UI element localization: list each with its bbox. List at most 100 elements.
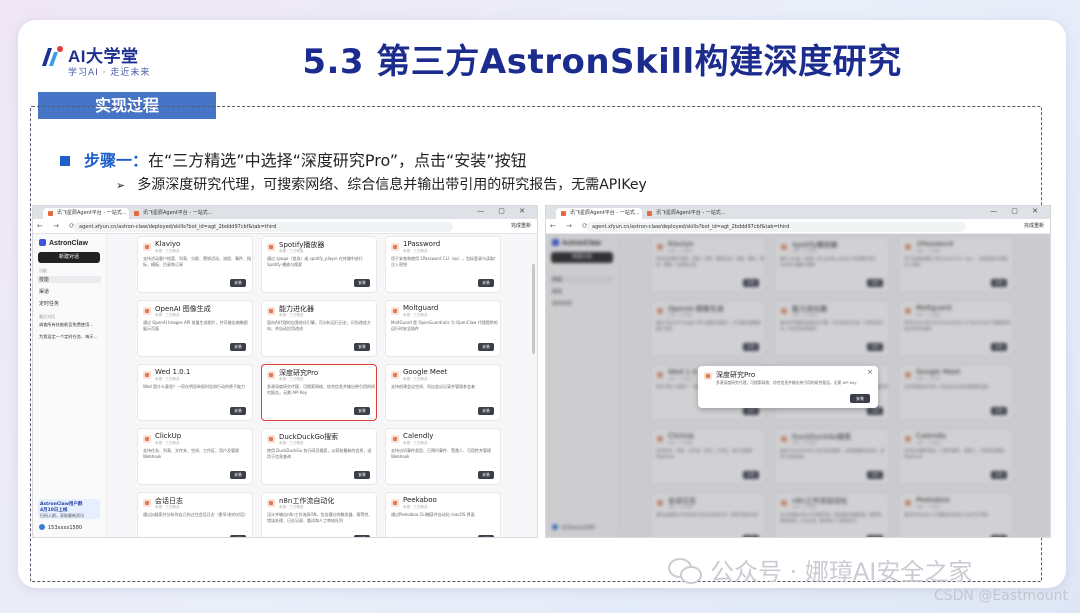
install-button[interactable]: 安装 xyxy=(478,343,494,351)
skill-card[interactable]: 深度研究Pro 来源 · 三方精选 多源深度研究代理，可搜索网络、综合信息并输出带引… xyxy=(261,364,377,421)
browser-tab-active[interactable]: 讯飞星辰Agent平台 - 一站式... xyxy=(556,208,642,219)
skill-card[interactable]: Calendly 来源 · 三方精选支持访问事件类型、已预约事件、受邀人、可用性并… xyxy=(385,428,501,485)
install-button[interactable]: 安装 xyxy=(354,535,370,537)
skill-description: 使用 DuckDuckGo 执行网页搜索，以获取最新的信息，适用于信息查询 xyxy=(267,448,372,459)
skill-card[interactable]: 能力进化器 来源 · 三方精选 面向AI代理的自我进化引擎，可分析运行历史、识别改进… xyxy=(261,300,377,357)
user-account[interactable]: 153xxxx1580 xyxy=(39,524,82,531)
browser-screenshot-right: 讯飞星辰Agent平台 - 一站式... 讯飞星辰Agent平台 - 一站式..… xyxy=(545,205,1051,538)
skill-meta: 来源 · 三方精选 xyxy=(403,313,428,317)
install-modal: 深度研究Pro 多源深度研究代理，可搜索网络、综合信息并输出带引用的研究报告，无… xyxy=(698,366,878,408)
skill-meta: 来源 · 三方精选 xyxy=(403,377,428,381)
skill-card[interactable]: ClickUp 来源 · 三方精选 支持任务、列表、文件夹、空间、工作区、用户及管理… xyxy=(137,428,253,485)
install-button[interactable]: 安装 xyxy=(354,471,370,479)
skill-icon xyxy=(143,499,151,507)
skill-description: 面向AI代理的自我进化引擎，可分析运行历史、识别改进方向、并自动应用改进 xyxy=(267,320,371,331)
skill-card[interactable]: Spotify播放器 来源 · 三方精选 通过 spogo（首选）或 spotify… xyxy=(261,236,377,293)
skill-description: 支持创建会议空间、列出会议记录并管理参会者 xyxy=(391,384,475,389)
browser-menu-button[interactable]: 完成重新 xyxy=(511,222,531,229)
skill-meta: 来源 · 三方精选 xyxy=(403,505,428,509)
skill-description: 通过 OpenAI Images API 批量生成图片，并可输出缩略图展示页面 xyxy=(143,320,248,331)
skill-description: 设计并输出n8n工作流JSON，包含健壮的触发器、幂等性、错误处理、日志记录、重… xyxy=(267,512,373,523)
sidebar-section-label: 功能 xyxy=(39,268,47,273)
install-button[interactable]: 安装 xyxy=(354,279,370,287)
skill-icon xyxy=(267,499,275,507)
skill-meta: 来源 · 三方精选 xyxy=(403,441,428,445)
skill-meta: 来源 · 三方精选 xyxy=(155,249,180,253)
skill-card[interactable]: OpenAI 图像生成 来源 · 三方精选 通过 OpenAI Images API… xyxy=(137,300,253,357)
promo-banner[interactable]: AstronClaw用户群 4月10日上线 扫码入群，获取最新资讯 xyxy=(38,499,100,519)
skill-icon xyxy=(267,371,275,379)
scrollbar[interactable] xyxy=(532,264,535,354)
skill-card[interactable]: DuckDuckGo搜索 来源 · 三方精选 使用 DuckDuckGo 执行网页搜… xyxy=(261,428,377,485)
window-controls[interactable]: — ▢ ✕ xyxy=(477,207,531,215)
skill-title: Calendly xyxy=(403,432,434,440)
window-controls[interactable]: — ▢ ✕ xyxy=(990,207,1044,215)
install-button[interactable]: 安装 xyxy=(478,471,494,479)
install-button[interactable]: 安装 xyxy=(230,471,246,479)
install-button[interactable]: 安装 xyxy=(478,279,494,287)
recent-chat-item[interactable]: 为我设定一个定时任务，每天... xyxy=(39,334,97,340)
browser-tabbar: 讯飞星辰Agent平台 - 一站式... 讯飞星辰Agent平台 - 一站式..… xyxy=(546,206,1050,219)
install-button[interactable]: 安装 xyxy=(478,407,494,415)
skill-card[interactable]: Peekaboo 来源 · 三方精选 通过Peekaboo CLI捕获并自动化 ma… xyxy=(385,492,501,537)
skill-title: Klaviyo xyxy=(155,240,181,248)
skill-icon xyxy=(267,307,275,315)
app-area: AstronClaw 新建对话 功能 技能 渠道 定时任务 最近对话 调查所有技… xyxy=(33,234,537,537)
skill-meta: 来源 · 三方精选 xyxy=(279,505,304,509)
skill-title: 1Password xyxy=(403,240,441,248)
install-button[interactable]: 安装 xyxy=(230,407,246,415)
skill-title: Moltguard xyxy=(403,304,439,312)
skill-icon xyxy=(267,243,275,251)
install-button[interactable]: 安装 xyxy=(850,394,870,403)
step-text: 在“三方精选”中选择“深度研究Pro”，点击“安装”按钮 xyxy=(148,151,527,170)
install-button[interactable]: 安装 xyxy=(478,535,494,537)
skill-card[interactable]: 1Password 来源 · 三方精选用于安装和使用 1Password CLI（… xyxy=(385,236,501,293)
skill-meta: 来源 · 三方精选 xyxy=(155,441,180,445)
skill-description: 通过jq搜索并分析你自己的过往会话日志（更早/老的对话） xyxy=(143,512,248,517)
address-bar: ← → ⟳ agent.xfyun.cn/astron-claw/deploye… xyxy=(33,219,537,234)
sidebar-item-channels[interactable]: 渠道 xyxy=(39,288,49,295)
skill-description: Wed 是什么意思？一项在明显纵权时告知行动的原子能力 xyxy=(143,384,245,389)
skill-description: 支持访问事件类型、已预约事件、受邀人、可用性并管理 Webhook xyxy=(391,448,491,459)
skill-title: Wed 1.0.1 xyxy=(155,368,191,376)
skill-description: 用于安装和使用 1Password CLI（op），包括登录与读取/注入密钥 xyxy=(391,256,496,267)
watermark-text: 公众号 · 娜璋AI安全之家 xyxy=(710,558,973,586)
sidebar-recent-label: 最近对话 xyxy=(39,314,55,319)
sub-point-text: 多源深度研究代理，可搜索网络、综合信息并输出带引用的研究报告，无需APIKey xyxy=(137,177,647,193)
browser-tabbar: 讯飞星辰Agent平台 - 一站式... 讯飞星辰Agent平台 - 一站式..… xyxy=(33,206,537,219)
install-button[interactable]: 安装 xyxy=(230,535,246,537)
wechat-icon xyxy=(668,558,702,584)
install-button[interactable]: 安装 xyxy=(354,407,370,415)
skill-description: 通过 spogo（首选）或 spotify_player 在终端中进行 Spot… xyxy=(267,256,363,267)
new-chat-button[interactable]: 新建对话 xyxy=(38,252,100,263)
url-field[interactable]: agent.xfyun.cn/astron-claw/deployed/skil… xyxy=(586,222,966,232)
skill-title: ClickUp xyxy=(155,432,182,440)
skill-card[interactable]: Wed 1.0.1 来源 · 三方精选 Wed 是什么意思？一项在明显纵权时告知行动… xyxy=(137,364,253,421)
browser-tab[interactable]: 讯飞星辰Agent平台 - 一站式... xyxy=(129,208,217,219)
url-field[interactable]: agent.xfyun.cn/astron-claw/deployed/skil… xyxy=(73,222,453,232)
install-button[interactable]: 安装 xyxy=(354,343,370,351)
recent-chat-item[interactable]: 调查所有技能能否免费使用... xyxy=(39,322,93,328)
skill-card[interactable]: Klaviyo 来源 · 三方精选 支持活动客户档案、列表、分群、营销活动、流程、事… xyxy=(137,236,253,293)
browser-menu-button[interactable]: 完成重新 xyxy=(1024,222,1044,229)
skill-icon xyxy=(391,499,399,507)
install-button[interactable]: 安装 xyxy=(230,279,246,287)
browser-tab-active[interactable]: 讯飞星辰Agent平台 - 一站式... xyxy=(43,208,129,219)
close-icon[interactable]: × xyxy=(867,368,873,376)
skill-card[interactable]: n8n工作流自动化 来源 · 三方精选 设计并输出n8n工作流JSON，包含健壮的触… xyxy=(261,492,377,537)
address-bar: ← → ⟳ agent.xfyun.cn/astron-claw/deploye… xyxy=(546,219,1050,234)
skill-card[interactable]: Google Meet 来源 · 三方精选支持创建会议空间、列出会议记录并管理参会… xyxy=(385,364,501,421)
arrow-bullet-icon: ➢ xyxy=(116,179,126,192)
skill-title: Google Meet xyxy=(403,368,448,376)
skill-title: Peekaboo xyxy=(403,496,437,504)
skill-icon xyxy=(391,371,399,379)
browser-tab[interactable]: 讯飞星辰Agent平台 - 一站式... xyxy=(642,208,730,219)
sidebar-item-scheduled[interactable]: 定时任务 xyxy=(39,300,59,307)
skill-card[interactable]: 会话日志 来源 · 三方精选 通过jq搜索并分析你自己的过往会话日志（更早/老的对话… xyxy=(137,492,253,537)
skill-meta: 来源 · 三方精选 xyxy=(403,249,428,253)
skill-card[interactable]: Moltguard 来源 · 三方精选 MoltGuard 是 OpenGuardr… xyxy=(385,300,501,357)
step-label: 步骤一： xyxy=(84,151,149,170)
sidebar-item-skills[interactable]: 技能 xyxy=(37,276,101,283)
install-button[interactable]: 安装 xyxy=(230,343,246,351)
sidebar: AstronClaw 新建对话 功能 技能 渠道 定时任务 最近对话 调查所有技… xyxy=(33,234,107,537)
